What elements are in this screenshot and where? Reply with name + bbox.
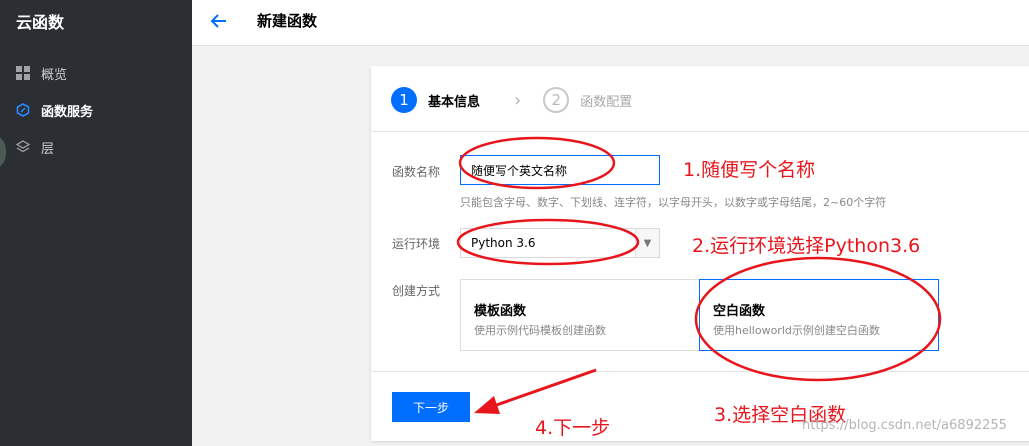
function-name-label: 函数名称	[392, 165, 441, 179]
method-desc: 使用helloworld示例创建空白函数	[713, 324, 880, 337]
annotation-step1: 1.随便写个名称	[683, 159, 816, 181]
method-title: 空白函数	[713, 304, 766, 319]
sidebar-item-layers[interactable]: 层	[15, 137, 55, 157]
method-desc: 使用示例代码模板创建函数	[474, 324, 606, 337]
sidebar-item-overview[interactable]: 概览	[16, 63, 67, 83]
function-name-hint: 只能包含字母、数字、下划线、连字符，以字母开头，以数字或字母结尾，2~60个字符	[460, 196, 887, 209]
divider	[371, 371, 1029, 372]
function-name-input[interactable]	[460, 155, 660, 185]
page-header: 新建函数	[192, 0, 1029, 46]
creation-method-group: 模板函数 使用示例代码模板创建函数 空白函数 使用helloworld示例创建空…	[460, 279, 939, 351]
stepper: 1 基本信息 › 2 函数配置	[391, 86, 632, 114]
step-1-indicator: 1	[391, 87, 417, 113]
annotation-step4: 4.下一步	[535, 417, 611, 439]
annotation-step2: 2.运行环境选择Python3.6	[692, 235, 921, 257]
sidebar-item-functions[interactable]: 函数服务	[16, 100, 93, 120]
step-1-label: 基本信息	[428, 94, 481, 110]
step-2-label: 函数配置	[580, 94, 633, 110]
chevron-right-icon: ›	[514, 89, 522, 111]
sidebar-item-label: 概览	[41, 67, 68, 83]
sidebar-item-label: 层	[41, 141, 55, 157]
runtime-value: Python 3.6	[471, 236, 536, 250]
watermark: https://blog.csdn.net/a6892255	[802, 418, 1007, 433]
sidebar-title: 云函数	[16, 13, 65, 32]
runtime-label: 运行环境	[392, 237, 441, 251]
step-2-indicator: 2	[543, 87, 570, 113]
hexagon-icon	[16, 103, 30, 117]
template-function-option[interactable]: 模板函数 使用示例代码模板创建函数	[461, 280, 699, 350]
creation-method-label: 创建方式	[392, 284, 441, 298]
method-title: 模板函数	[474, 304, 527, 319]
arrow-left-icon[interactable]	[209, 11, 229, 31]
sidebar: 云函数 概览 函数服务 层	[0, 0, 192, 446]
layers-icon	[15, 140, 31, 154]
sidebar-collapse-handle[interactable]	[0, 134, 6, 170]
grid-icon	[16, 66, 30, 80]
sidebar-item-label: 函数服务	[41, 104, 94, 120]
caret-down-icon: ▼	[635, 229, 659, 257]
divider	[371, 131, 1029, 132]
next-step-button[interactable]: 下一步	[392, 392, 470, 422]
runtime-select[interactable]: Python 3.6 ▼	[460, 228, 660, 258]
page-title: 新建函数	[257, 12, 318, 30]
blank-function-option[interactable]: 空白函数 使用helloworld示例创建空白函数	[699, 279, 939, 351]
